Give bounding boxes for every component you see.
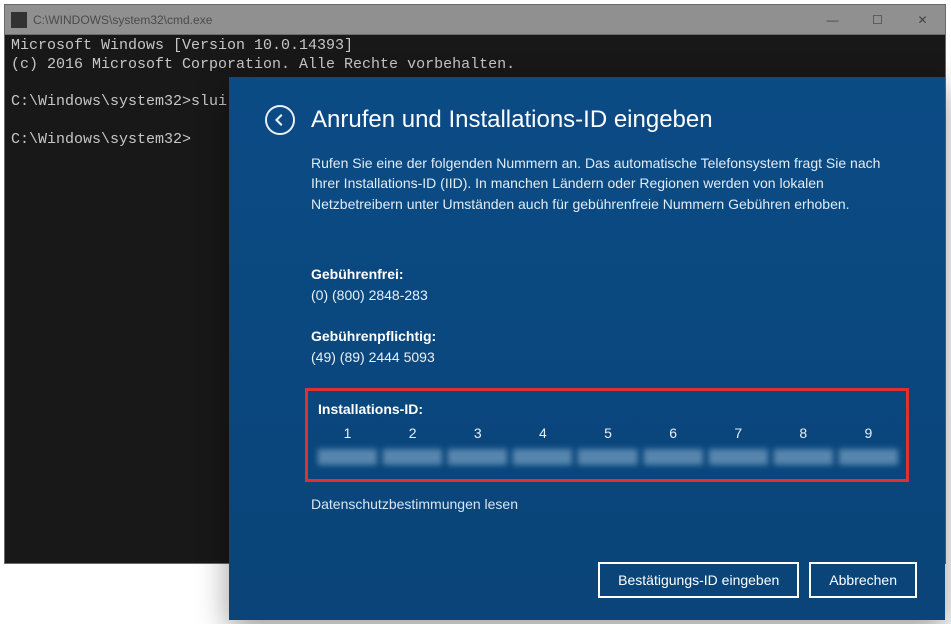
iid-col: 7 <box>709 425 768 465</box>
iid-value-redacted <box>709 449 768 465</box>
iid-value-redacted <box>448 449 507 465</box>
dialog-buttons: Bestätigungs-ID eingeben Abbrechen <box>598 562 917 598</box>
back-button[interactable] <box>265 105 295 135</box>
cmd-line: (c) 2016 Microsoft Corporation. Alle Rec… <box>11 56 515 73</box>
toll-free-label: Gebührenfrei: <box>311 264 909 285</box>
iid-value-redacted <box>774 449 833 465</box>
activation-dialog: Anrufen und Installations-ID eingeben Ru… <box>229 77 945 620</box>
confirm-id-button[interactable]: Bestätigungs-ID eingeben <box>598 562 799 598</box>
iid-col-num: 5 <box>578 425 637 441</box>
titlebar: C:\WINDOWS\system32\cmd.exe — ☐ ✕ <box>5 5 945 35</box>
iid-col: 6 <box>644 425 703 465</box>
iid-col: 3 <box>448 425 507 465</box>
toll-free-number: (0) (800) 2848-283 <box>311 285 909 306</box>
iid-col: 2 <box>383 425 442 465</box>
iid-col-num: 8 <box>774 425 833 441</box>
installation-id-grid: 1 2 3 4 5 6 7 8 9 <box>318 425 898 465</box>
iid-col-num: 2 <box>383 425 442 441</box>
window-title: C:\WINDOWS\system32\cmd.exe <box>33 13 810 27</box>
installation-id-label: Installations-ID: <box>318 401 898 417</box>
iid-value-redacted <box>383 449 442 465</box>
iid-col: 8 <box>774 425 833 465</box>
dialog-title: Anrufen und Installations-ID eingeben <box>311 106 713 134</box>
iid-value-redacted <box>578 449 637 465</box>
iid-value-redacted <box>513 449 572 465</box>
iid-col: 4 <box>513 425 572 465</box>
cmd-line: Microsoft Windows [Version 10.0.14393] <box>11 37 353 54</box>
toll-number: (49) (89) 2444 5093 <box>311 347 909 368</box>
iid-col-num: 6 <box>644 425 703 441</box>
arrow-left-icon <box>273 113 287 127</box>
cmd-line: C:\Windows\system32> <box>11 131 191 148</box>
iid-col-num: 3 <box>448 425 507 441</box>
dialog-header: Anrufen und Installations-ID eingeben <box>265 105 909 135</box>
iid-col-num: 9 <box>839 425 898 441</box>
toll-free-block: Gebührenfrei: (0) (800) 2848-283 <box>311 264 909 306</box>
iid-col-num: 7 <box>709 425 768 441</box>
installation-id-box: Installations-ID: 1 2 3 4 5 6 7 8 9 <box>305 388 909 482</box>
maximize-button[interactable]: ☐ <box>855 5 900 35</box>
iid-col: 9 <box>839 425 898 465</box>
dialog-description: Rufen Sie eine der folgenden Nummern an.… <box>311 153 909 214</box>
privacy-link[interactable]: Datenschutzbestimmungen lesen <box>311 496 909 512</box>
iid-value-redacted <box>318 449 377 465</box>
minimize-button[interactable]: — <box>810 5 855 35</box>
iid-col: 1 <box>318 425 377 465</box>
iid-value-redacted <box>839 449 898 465</box>
iid-col-num: 1 <box>318 425 377 441</box>
cmd-line: C:\Windows\system32>slui <box>11 93 227 110</box>
cmd-icon <box>11 12 27 28</box>
close-button[interactable]: ✕ <box>900 5 945 35</box>
cancel-button[interactable]: Abbrechen <box>809 562 917 598</box>
iid-col-num: 4 <box>513 425 572 441</box>
toll-block: Gebührenpflichtig: (49) (89) 2444 5093 <box>311 326 909 368</box>
toll-label: Gebührenpflichtig: <box>311 326 909 347</box>
iid-col: 5 <box>578 425 637 465</box>
iid-value-redacted <box>644 449 703 465</box>
